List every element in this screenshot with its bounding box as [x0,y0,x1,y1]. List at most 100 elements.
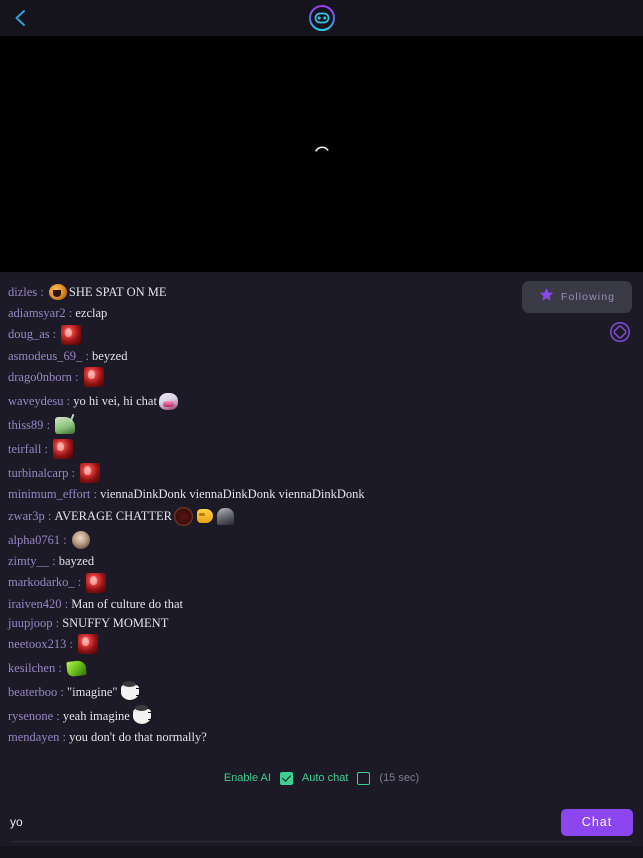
bot-logo-icon[interactable] [308,4,336,32]
chat-username[interactable]: iraiven420 [8,595,61,614]
bottom-safe-area [0,846,643,858]
emote-dark-circle [174,506,194,526]
back-button[interactable] [0,0,40,36]
chat-message: thiss89 : [6,413,637,437]
chat-message-text: "imagine" [67,684,118,699]
emote-red [53,439,74,460]
chat-username[interactable]: kesilchen [8,659,55,678]
enable-ai-checkbox[interactable] [279,771,293,785]
chat-separator: : [74,575,85,590]
chat-message-text: Man of culture do that [71,596,183,611]
emote-red [61,324,82,345]
chat-username[interactable]: zimty__ [8,552,49,571]
chat-message-text: AVERAGE CHATTER [54,508,173,523]
chat-username[interactable]: alpha0761 [8,531,60,550]
chat-username[interactable]: waveydesu [8,392,64,411]
chat-separator: : [60,532,70,547]
chat-message-text: viennaDinkDonk viennaDinkDonk viennaDink… [100,487,365,502]
chat-message: drago0nborn : [6,365,637,389]
emote-red [86,572,107,593]
chat-separator: : [82,348,93,363]
emote-orange-face [48,284,67,300]
chat-separator: : [65,306,76,320]
chat-separator: : [68,466,79,481]
chat-username[interactable]: doug_as [8,325,50,344]
send-chat-button[interactable]: Chat [561,808,633,836]
following-label: Following [560,291,616,303]
chat-username[interactable]: turbinalcarp [8,464,68,483]
stream-chat-app: dizles : SHE SPAT ON ME adiamsyar2 : ezcl… [0,0,643,858]
chat-separator: : [66,636,77,651]
chat-message-text: SNUFFY MOMENT [62,615,169,630]
screen-rotation-icon[interactable] [608,320,632,344]
chat-username[interactable]: minimum_effort [8,485,90,504]
loading-spinner-icon [311,143,333,165]
chat-separator: : [44,508,55,523]
chat-username[interactable]: zwar3p [8,507,45,526]
chat-message-text: yeah imagine [62,708,130,723]
chat-username[interactable]: dizles [8,283,37,302]
chat-username[interactable]: markodarko_ [8,573,75,592]
chat-username[interactable]: mendayen [8,728,59,747]
chat-separator: : [63,394,74,409]
chat-panel[interactable]: dizles : SHE SPAT ON ME adiamsyar2 : ezcl… [0,272,643,758]
chat-message: juupjoop : SNUFFY MOMENT [6,614,637,633]
chat-input[interactable] [10,815,561,829]
auto-chat-checkbox[interactable] [357,771,371,785]
emote-red [78,634,99,655]
ai-controls-bar: Enable AI Auto chat (15 sec) [0,758,643,798]
chat-message-list: dizles : SHE SPAT ON ME adiamsyar2 : ezcl… [0,272,643,747]
emote-green [66,659,87,677]
chat-separator: : [71,370,82,385]
chat-message-text: ezclap [75,306,108,320]
chat-username[interactable]: teirfall [8,440,41,459]
chat-message: zwar3p : AVERAGE CHATTER [6,504,637,528]
chat-message-text: bayzed [58,554,95,569]
chat-message: teirfall : [6,437,637,461]
chat-separator: : [41,442,52,457]
chat-username[interactable]: adiamsyar2 [8,304,66,323]
chat-username[interactable]: drago0nborn [8,368,72,387]
chat-separator: : [59,730,70,745]
chat-username[interactable]: beaterboo [8,683,57,702]
enable-ai-label: Enable AI [223,772,271,784]
chat-message: beaterboo : "imagine" [6,680,637,704]
star-icon [539,287,554,307]
chat-separator: : [37,284,47,299]
chat-separator: : [55,660,65,675]
chat-username[interactable]: juupjoop [8,614,52,633]
emote-gray-figure [217,507,235,525]
auto-chat-interval-note: (15 sec) [379,772,420,784]
chat-message-text: beyzed [92,348,128,363]
chat-message: asmodeus_69_ : beyzed [6,347,637,366]
emote-red [83,367,104,388]
chat-username[interactable]: asmodeus_69_ [8,347,82,366]
following-button[interactable]: Following [522,281,632,313]
chat-message: minimum_effort : viennaDinkDonk viennaDi… [6,485,637,504]
chat-username[interactable]: rysenone [8,707,53,726]
chat-message-text: you don't do that normally? [69,730,207,745]
chat-message: rysenone : yeah imagine [6,704,637,728]
chat-message: alpha0761 : [6,528,637,552]
chat-separator: : [48,554,59,569]
chat-separator: : [49,327,60,342]
emote-face [71,531,90,550]
chat-message-text: SHE SPAT ON ME [68,284,167,299]
chat-message: zimty__ : bayzed [6,552,637,571]
chat-input-row: Chat [0,798,643,846]
chat-separator: : [90,487,101,502]
chat-separator: : [57,684,68,699]
chevron-left-icon [13,8,27,28]
emote-cup [131,704,155,725]
chat-message: neetoox213 : [6,632,637,656]
video-player[interactable] [0,36,643,272]
emote-anime [158,392,178,410]
chat-separator: : [52,615,63,630]
chat-message: doug_as : [6,323,637,347]
top-bar [0,0,643,36]
chat-message: kesilchen : [6,656,637,680]
chat-message: turbinalcarp : [6,461,637,485]
chat-username[interactable]: neetoox213 [8,635,66,654]
chat-message: mendayen : you don't do that normally? [6,728,637,747]
chat-username[interactable]: thiss89 [8,416,43,435]
